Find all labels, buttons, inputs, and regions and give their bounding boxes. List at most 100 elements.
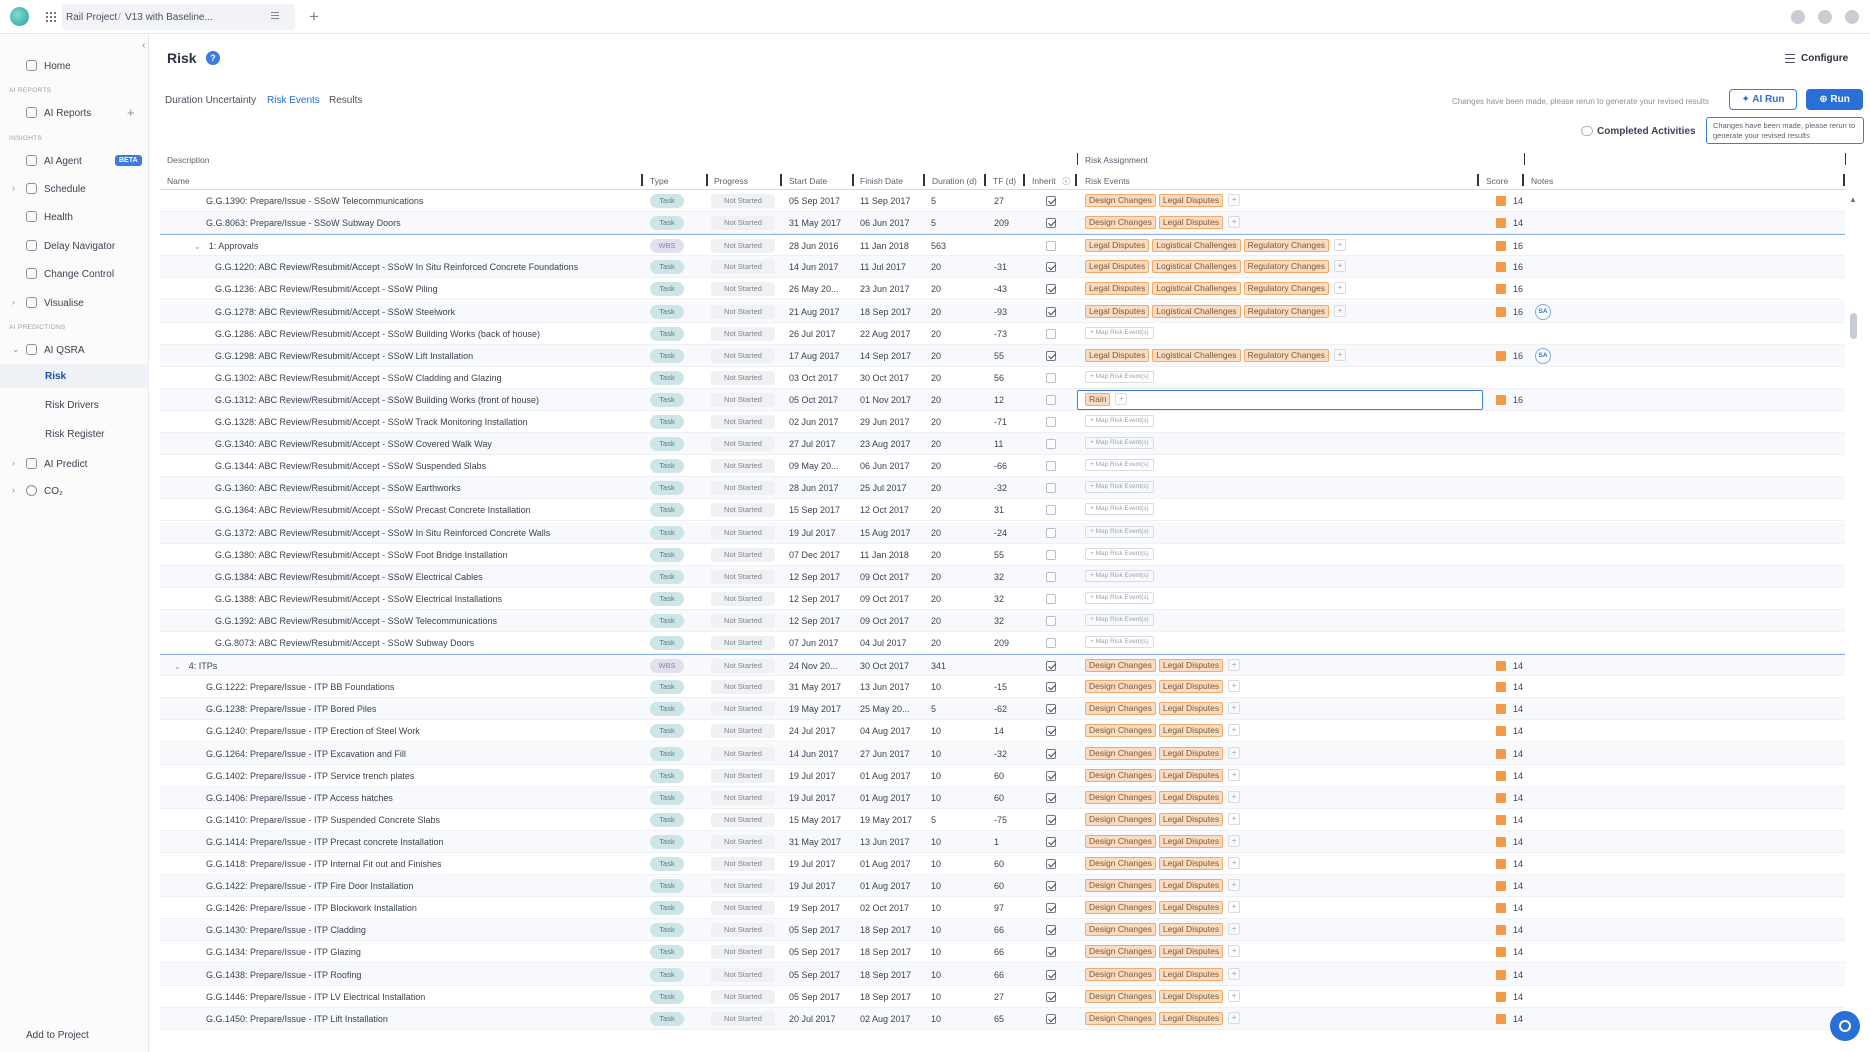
risk-events-cell[interactable]: Design Changes Legal Disputes + bbox=[1085, 901, 1241, 915]
risk-events-cell[interactable]: + Map Risk Event(s) bbox=[1085, 459, 1154, 473]
apps-grid-icon[interactable] bbox=[45, 11, 56, 22]
inherit-checkbox[interactable] bbox=[1046, 770, 1056, 781]
activity-name-cell[interactable]: G.G.1312: ABC Review/Resubmit/Accept - S… bbox=[215, 395, 655, 405]
column-resize-handle[interactable] bbox=[641, 174, 643, 186]
table-row[interactable]: G.G.1360: ABC Review/Resubmit/Accept - S… bbox=[160, 477, 1845, 500]
activity-name-cell[interactable]: G.G.1380: ABC Review/Resubmit/Accept - S… bbox=[215, 550, 655, 560]
risk-events-cell[interactable]: Design Changes Legal Disputes + bbox=[1085, 702, 1241, 716]
wbs-row[interactable]: ⌄ 1: Approvals WBS Not Started 28 Jun 2016 11… bbox=[160, 234, 1845, 257]
add-risk-event-icon[interactable]: + bbox=[1228, 879, 1241, 892]
add-risk-event-icon[interactable]: + bbox=[1334, 239, 1347, 252]
sidebar-item-ai-qsra[interactable]: ⌄ AI QSRA bbox=[0, 338, 149, 362]
risk-event-tag[interactable]: Legal Disputes bbox=[1158, 857, 1224, 870]
inherit-checkbox[interactable] bbox=[1046, 527, 1056, 538]
risk-events-cell[interactable]: Legal Disputes Logistical Challenges Regul… bbox=[1085, 282, 1347, 296]
risk-event-tag[interactable]: Legal Disputes bbox=[1085, 348, 1150, 362]
activity-name-cell[interactable]: G.G.1390: Prepare/Issue - SSoW Telecommu… bbox=[206, 196, 646, 206]
risk-events-cell[interactable]: Legal Disputes Logistical Challenges Regul… bbox=[1085, 304, 1347, 319]
activity-name-cell[interactable]: G.G.1446: Prepare/Issue - ITP LV Electri… bbox=[206, 992, 646, 1002]
ai-run-button[interactable]: ✦ AI Run bbox=[1729, 89, 1797, 110]
risk-event-tag[interactable]: Design Changes bbox=[1085, 216, 1156, 230]
activity-name-cell[interactable]: G.G.1328: ABC Review/Resubmit/Accept - S… bbox=[215, 417, 655, 427]
tab-risk-events[interactable]: Risk Events bbox=[267, 95, 320, 106]
activity-name-cell[interactable]: G.G.1414: Prepare/Issue - ITP Precast co… bbox=[206, 837, 646, 847]
risk-events-cell[interactable]: Design Changes Legal Disputes + bbox=[1085, 967, 1241, 982]
table-row[interactable]: G.G.1278: ABC Review/Resubmit/Accept - S… bbox=[160, 300, 1845, 323]
table-row[interactable]: G.G.1388: ABC Review/Resubmit/Accept - S… bbox=[160, 588, 1845, 610]
risk-event-tag[interactable]: Design Changes bbox=[1085, 790, 1156, 804]
table-row[interactable]: G.G.1392: ABC Review/Resubmit/Accept - S… bbox=[160, 609, 1845, 632]
map-risk-events-button[interactable]: + Map Risk Event(s) bbox=[1085, 525, 1154, 538]
activity-name-cell[interactable]: G.G.1220: ABC Review/Resubmit/Accept - S… bbox=[215, 262, 655, 272]
table-row[interactable]: G.G.1236: ABC Review/Resubmit/Accept - S… bbox=[160, 278, 1845, 301]
map-risk-events-button[interactable]: + Map Risk Event(s) bbox=[1085, 636, 1154, 648]
inherit-checkbox[interactable] bbox=[1046, 704, 1056, 715]
table-row[interactable]: G.G.1434: Prepare/Issue - ITP Glazing Tas… bbox=[160, 941, 1845, 964]
inherit-checkbox[interactable] bbox=[1046, 306, 1056, 317]
risk-event-tag[interactable]: Design Changes bbox=[1085, 945, 1156, 959]
sidebar-item-home[interactable]: Home bbox=[0, 54, 149, 78]
add-risk-event-icon[interactable]: + bbox=[1228, 194, 1241, 206]
inherit-checkbox[interactable] bbox=[1046, 661, 1056, 672]
col-header-start-date[interactable]: Start Date bbox=[789, 176, 827, 186]
activity-name-cell[interactable]: G.G.1372: ABC Review/Resubmit/Accept - S… bbox=[215, 528, 655, 538]
add-risk-event-icon[interactable]: + bbox=[1228, 923, 1241, 936]
map-risk-events-button[interactable]: + Map Risk Event(s) bbox=[1085, 459, 1154, 472]
activity-name-cell[interactable]: G.G.8063: Prepare/Issue - SSoW Subway Do… bbox=[206, 218, 646, 228]
risk-events-cell[interactable]: Design Changes Legal Disputes + bbox=[1085, 923, 1241, 937]
activity-name-cell[interactable]: G.G.1298: ABC Review/Resubmit/Accept - S… bbox=[215, 351, 655, 361]
support-chat-button[interactable] bbox=[1830, 1011, 1860, 1041]
risk-event-tag[interactable]: Legal Disputes bbox=[1158, 945, 1224, 959]
run-button[interactable]: ⊕ Run bbox=[1806, 89, 1863, 110]
sidebar-item-ai-predict[interactable]: › AI Predict bbox=[0, 452, 149, 476]
chevron-right-icon[interactable]: › bbox=[12, 485, 15, 495]
activity-name-cell[interactable]: G.G.1430: Prepare/Issue - ITP Cladding bbox=[206, 925, 646, 935]
activity-name-cell[interactable]: G.G.1278: ABC Review/Resubmit/Accept - S… bbox=[215, 307, 655, 317]
risk-event-tag[interactable]: Design Changes bbox=[1085, 879, 1156, 893]
table-row[interactable]: G.G.1414: Prepare/Issue - ITP Precast co… bbox=[160, 830, 1845, 853]
risk-event-tag[interactable]: Design Changes bbox=[1085, 746, 1156, 760]
table-row[interactable]: G.G.1410: Prepare/Issue - ITP Suspended … bbox=[160, 809, 1845, 831]
info-icon[interactable]: ⓘ bbox=[1062, 176, 1070, 187]
risk-event-tag[interactable]: Logistical Challenges bbox=[1152, 282, 1241, 296]
risk-event-tag[interactable]: Legal Disputes bbox=[1085, 239, 1150, 253]
column-resize-handle[interactable] bbox=[1843, 174, 1845, 186]
map-risk-events-button[interactable]: + Map Risk Event(s) bbox=[1085, 591, 1154, 604]
activity-name-cell[interactable]: G.G.1344: ABC Review/Resubmit/Accept - S… bbox=[215, 461, 655, 471]
sidebar-item-co2[interactable]: › CO₂ bbox=[0, 479, 149, 503]
map-risk-events-button[interactable]: + Map Risk Event(s) bbox=[1085, 613, 1154, 626]
risk-event-tag[interactable]: Legal Disputes bbox=[1158, 923, 1224, 937]
table-row[interactable]: G.G.1422: Prepare/Issue - ITP Fire Door … bbox=[160, 875, 1845, 898]
activity-name-cell[interactable]: G.G.1264: Prepare/Issue - ITP Excavation… bbox=[206, 749, 646, 759]
risk-event-tag[interactable]: Design Changes bbox=[1085, 659, 1156, 673]
risk-events-cell[interactable]: + Map Risk Event(s) bbox=[1085, 326, 1154, 341]
activity-name-cell[interactable]: G.G.1222: Prepare/Issue - ITP BB Foundat… bbox=[206, 682, 646, 692]
table-row[interactable]: G.G.1426: Prepare/Issue - ITP Blockwork … bbox=[160, 897, 1845, 920]
project-tab[interactable]: Rail Project / V13 with Baseline... bbox=[62, 4, 295, 30]
inherit-checkbox[interactable] bbox=[1046, 615, 1056, 626]
risk-event-tag[interactable]: Legal Disputes bbox=[1158, 967, 1224, 981]
add-risk-event-icon[interactable]: + bbox=[1228, 680, 1241, 693]
add-risk-event-icon[interactable]: + bbox=[1228, 901, 1241, 914]
table-row[interactable]: G.G.1344: ABC Review/Resubmit/Accept - S… bbox=[160, 455, 1845, 478]
risk-event-tag[interactable]: Legal Disputes bbox=[1158, 194, 1224, 207]
inherit-checkbox[interactable] bbox=[1046, 461, 1056, 472]
risk-event-tag[interactable]: Design Changes bbox=[1085, 834, 1156, 848]
risk-event-tag[interactable]: Logistical Challenges bbox=[1152, 304, 1241, 318]
app-logo[interactable] bbox=[10, 7, 29, 26]
risk-events-cell[interactable]: Design Changes Legal Disputes + bbox=[1085, 724, 1241, 738]
risk-event-tag[interactable]: Legal Disputes bbox=[1158, 680, 1224, 694]
column-resize-handle[interactable] bbox=[706, 174, 708, 186]
inherit-checkbox[interactable] bbox=[1046, 372, 1056, 383]
risk-events-cell[interactable]: + Map Risk Event(s) bbox=[1085, 415, 1154, 429]
add-risk-event-icon[interactable]: + bbox=[1228, 967, 1241, 980]
table-row[interactable]: G.G.1450: Prepare/Issue - ITP Lift Insta… bbox=[160, 1007, 1845, 1030]
inherit-checkbox[interactable] bbox=[1046, 836, 1056, 847]
risk-event-tag[interactable]: Legal Disputes bbox=[1085, 304, 1150, 318]
inherit-checkbox[interactable] bbox=[1046, 571, 1056, 582]
table-row[interactable]: G.G.1238: Prepare/Issue - ITP Bored Pile… bbox=[160, 698, 1845, 721]
table-row[interactable]: G.G.1240: Prepare/Issue - ITP Erection o… bbox=[160, 720, 1845, 743]
risk-event-tag[interactable]: Design Changes bbox=[1085, 194, 1156, 207]
col-header-type[interactable]: Type bbox=[650, 176, 668, 186]
inherit-checkbox[interactable] bbox=[1046, 394, 1056, 405]
